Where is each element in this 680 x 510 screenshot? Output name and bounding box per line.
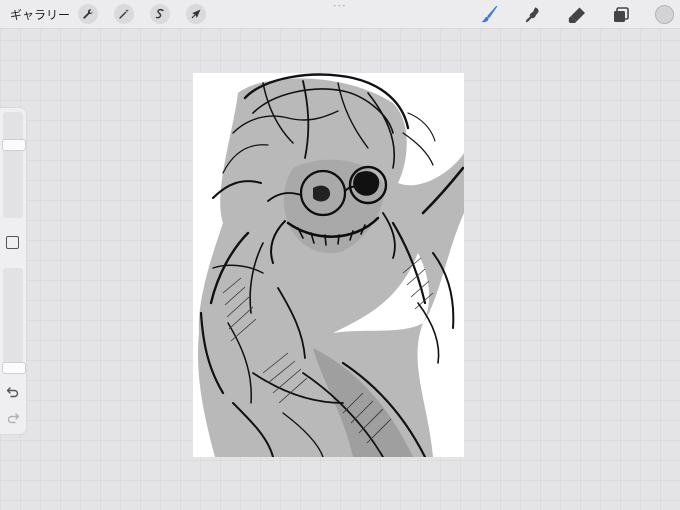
transform-button[interactable]	[186, 4, 206, 24]
selection-s-icon	[155, 8, 164, 19]
brush-size-thumb[interactable]	[2, 138, 26, 151]
smudge-icon	[525, 7, 539, 23]
layers-button[interactable]	[610, 4, 632, 26]
eraser-tool-button[interactable]	[566, 4, 588, 26]
actions-button[interactable]	[78, 4, 98, 24]
smudge-tool-button[interactable]	[522, 4, 544, 26]
magic-wand-icon	[119, 9, 129, 19]
arrow-cursor-icon	[191, 9, 201, 19]
brush-icon	[481, 5, 498, 23]
undo-button[interactable]	[6, 384, 20, 398]
sidebar	[0, 108, 26, 434]
selection-button[interactable]	[150, 4, 170, 24]
redo-button[interactable]	[6, 410, 20, 424]
adjustments-button[interactable]	[114, 4, 134, 24]
redo-icon	[7, 413, 20, 424]
sketch-drawing	[197, 73, 464, 457]
top-toolbar: ギャラリー •••	[0, 0, 680, 29]
square-icon	[7, 237, 18, 248]
brush-tool-button[interactable]	[478, 4, 500, 26]
color-picker-button[interactable]	[655, 5, 674, 24]
opacity-thumb[interactable]	[2, 362, 26, 375]
modify-button[interactable]	[6, 236, 19, 249]
drawing-canvas[interactable]	[193, 73, 464, 457]
brush-size-slider[interactable]	[3, 112, 23, 218]
gallery-button[interactable]: ギャラリー	[10, 6, 70, 23]
wrench-icon	[83, 9, 93, 19]
status-indicator: •••	[333, 3, 347, 10]
eraser-icon	[568, 7, 585, 23]
layers-icon	[614, 7, 629, 22]
undo-icon	[6, 387, 19, 398]
opacity-slider[interactable]	[3, 268, 23, 374]
